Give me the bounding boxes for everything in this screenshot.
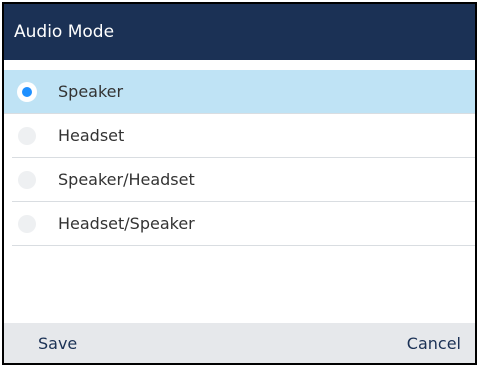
- radio-unselected-icon[interactable]: [18, 126, 36, 145]
- radio-unselected-icon[interactable]: [18, 214, 36, 233]
- option-headset[interactable]: Headset: [12, 114, 475, 158]
- radio-unselected-icon[interactable]: [18, 170, 36, 189]
- option-label: Speaker: [58, 82, 124, 101]
- option-headset-speaker[interactable]: Headset/Speaker: [12, 202, 475, 246]
- option-speaker-headset[interactable]: Speaker/Headset: [12, 158, 475, 202]
- radio-selected-icon[interactable]: [18, 82, 36, 101]
- audio-mode-list: Speaker Headset Speaker/Headset Headset/…: [4, 70, 475, 246]
- option-label: Speaker/Headset: [58, 170, 195, 189]
- option-speaker[interactable]: Speaker: [4, 70, 475, 114]
- radio-dot-icon: [22, 86, 32, 97]
- audio-mode-screen: Audio Mode Speaker Headset Speaker/Heads…: [2, 2, 477, 365]
- cancel-button[interactable]: Cancel: [407, 334, 461, 353]
- save-button[interactable]: Save: [38, 334, 77, 353]
- softkey-bar: Save Cancel: [4, 323, 475, 363]
- page-title: Audio Mode: [4, 4, 475, 60]
- option-label: Headset: [58, 126, 125, 145]
- option-label: Headset/Speaker: [58, 214, 195, 233]
